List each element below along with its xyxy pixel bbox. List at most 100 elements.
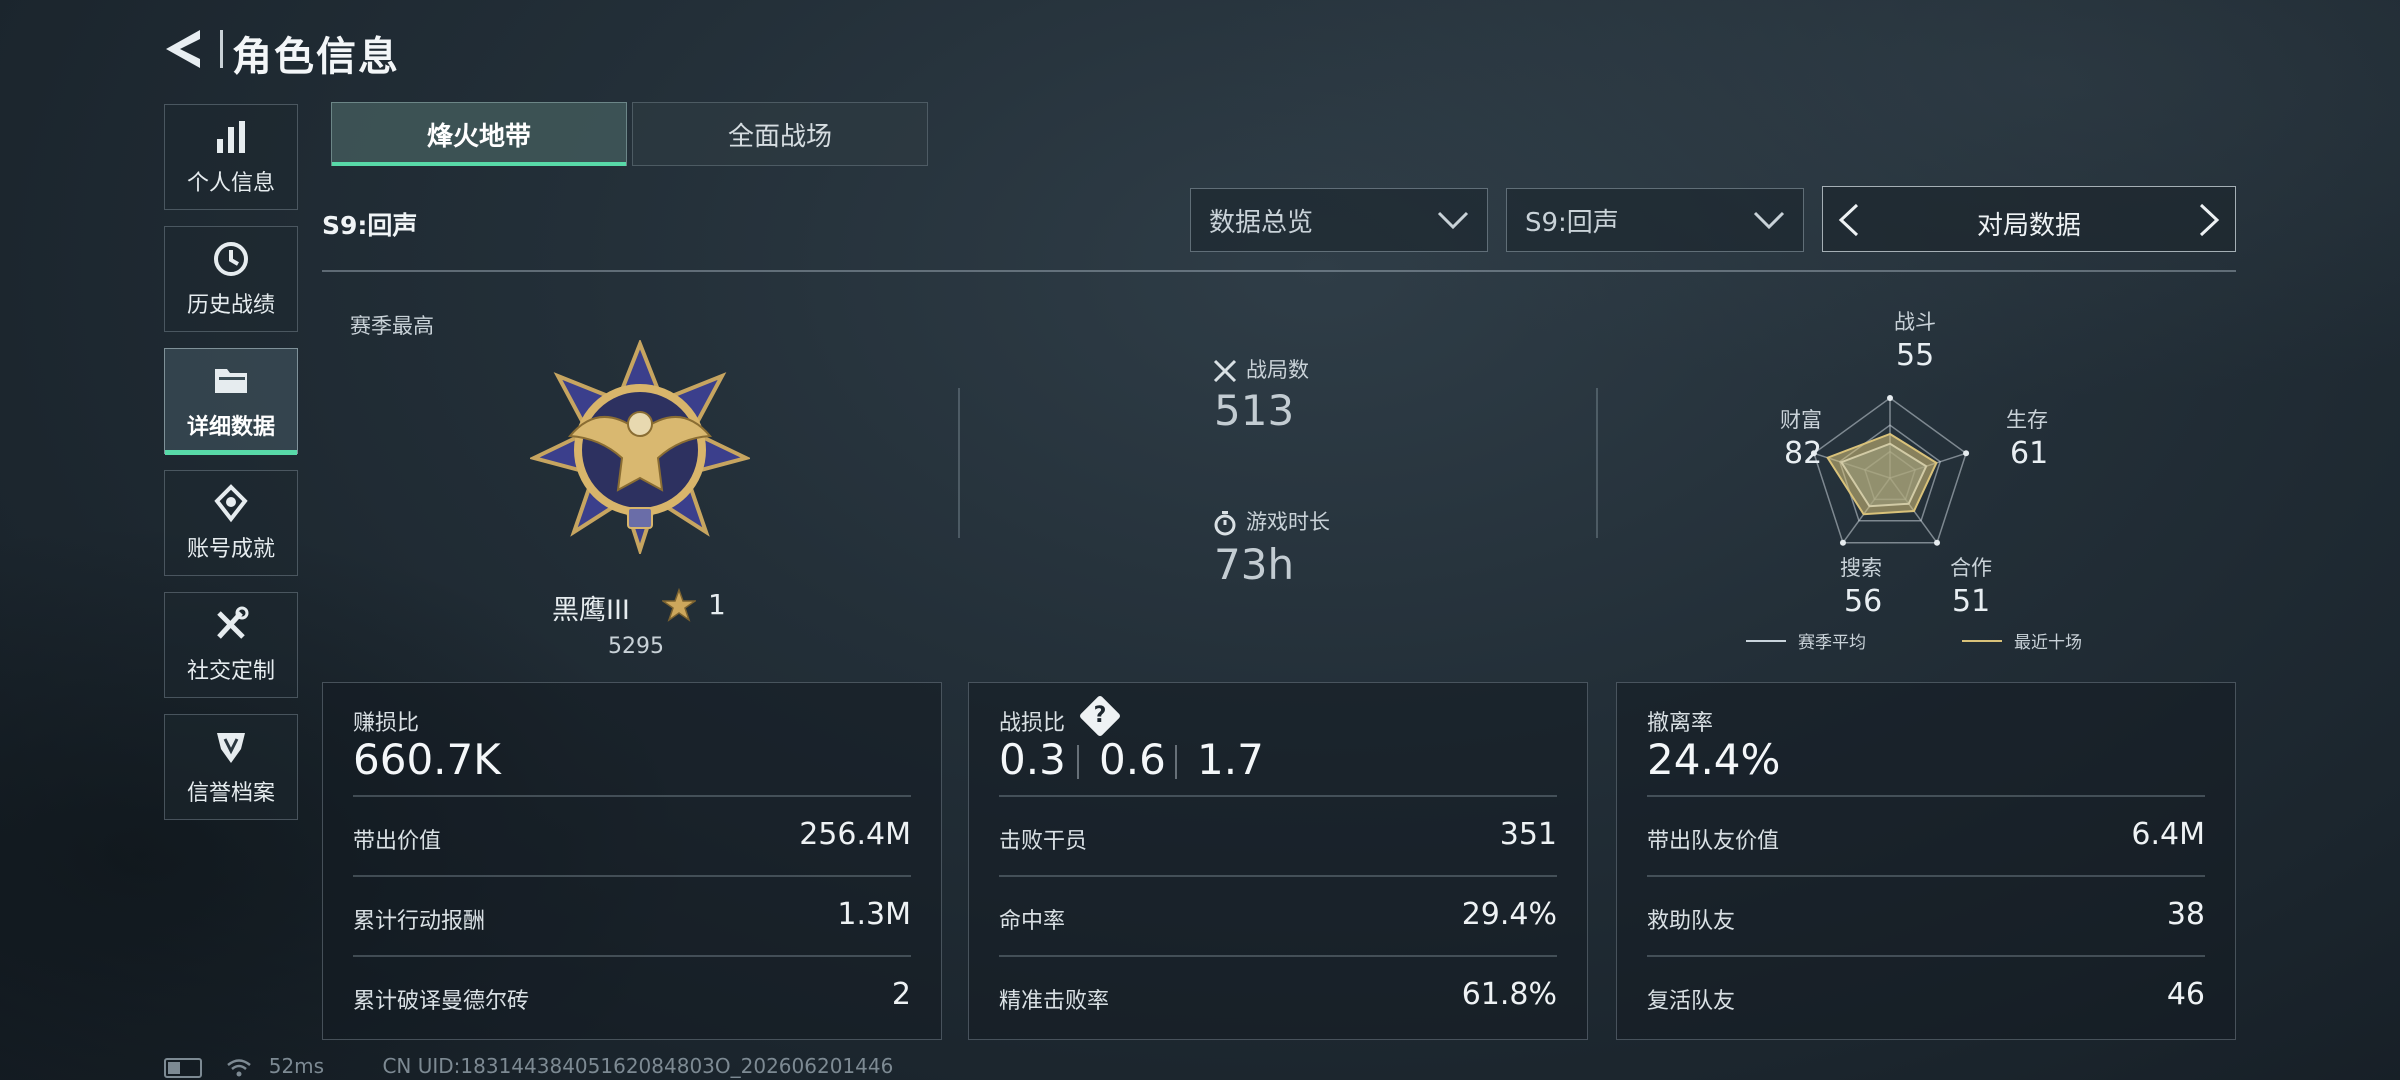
radar-label-search: 搜索	[1840, 556, 1882, 580]
section-divider	[322, 270, 2236, 272]
card-big-value: 24.4%	[1647, 735, 1781, 784]
folder-icon	[215, 369, 247, 393]
matches-label: 战局数	[1246, 358, 1309, 382]
card-title: 战损比	[999, 711, 1066, 736]
kd-separator	[1175, 745, 1177, 779]
battery-icon	[164, 1057, 202, 1078]
dropdown-value: 数据总览	[1209, 207, 1314, 238]
rank-score: 5295	[608, 634, 664, 659]
row-value: 2	[891, 977, 911, 1012]
star-icon	[662, 588, 696, 622]
achievement-icon	[214, 484, 248, 523]
sidebar-item-label: 账号成就	[186, 537, 275, 562]
chevron-down-icon	[1437, 211, 1469, 230]
radar-label-survival: 生存	[2006, 408, 2048, 432]
card-divider	[353, 795, 911, 797]
stopwatch-icon	[1214, 511, 1236, 536]
sidebar-item-label: 详细数据	[186, 415, 275, 440]
card-big-value: 660.7K	[353, 735, 501, 784]
row-label: 救助队友	[1647, 909, 1736, 934]
matches-value: 513	[1214, 386, 1295, 435]
kd-card: 战损比 ? 0.3 0.6 1.7 击败干员 351 命中率 29.4% 精准击…	[968, 682, 1588, 1040]
title-separator	[220, 30, 223, 68]
chevron-right-icon[interactable]	[2197, 203, 2221, 237]
season-dropdown[interactable]: S9:回声	[1506, 188, 1804, 252]
extraction-card: 撤离率 24.4% 带出队友价值 6.4M 救助队友 38 复活队友 46	[1616, 682, 2236, 1040]
card-divider	[1647, 795, 2205, 797]
card-divider	[1647, 955, 2205, 957]
radar-axis-dot	[1887, 395, 1893, 401]
rank-stars: 1	[708, 588, 726, 621]
sidebar-item-social[interactable]: 社交定制	[164, 592, 298, 698]
vertical-divider	[1596, 388, 1598, 538]
radar-label-wealth: 财富	[1780, 408, 1822, 432]
sidebar-item-achievements[interactable]: 账号成就	[164, 470, 298, 576]
card-divider	[999, 795, 1557, 797]
season-best-label: 赛季最高	[350, 314, 434, 338]
legend-recent-swatch	[1962, 640, 2002, 642]
clock-icon	[214, 242, 248, 276]
rank-badge-icon	[530, 340, 750, 554]
kd-separator	[1077, 745, 1079, 779]
help-icon-glyph: ?	[1093, 703, 1107, 728]
sidebar-item-label: 历史战绩	[186, 293, 275, 318]
row-value: 6.4M	[2131, 817, 2205, 852]
sidebar-item-label: 信誉档案	[186, 781, 275, 806]
playtime-label: 游戏时长	[1246, 510, 1330, 534]
radar-value-combat: 55	[1896, 338, 1935, 373]
radar-axis-dot	[1963, 450, 1970, 457]
row-label: 累计行动报酬	[353, 909, 486, 934]
legend-recent-label: 最近十场	[2014, 633, 2082, 653]
playtime-label-row: 游戏时长	[1212, 506, 1330, 536]
card-divider	[999, 875, 1557, 877]
card-divider	[1647, 875, 2205, 877]
sidebar-item-reputation[interactable]: 信誉档案	[164, 714, 298, 820]
match-data-label: 对局数据	[1976, 211, 2081, 241]
profit-card: 赚损比 660.7K 带出价值 256.4M 累计行动报酬 1.3M 累计破译曼…	[322, 682, 942, 1040]
row-label: 带出价值	[353, 829, 442, 854]
chevron-down-icon	[1753, 211, 1785, 230]
row-value: 29.4%	[1461, 897, 1557, 932]
row-value: 256.4M	[799, 817, 911, 852]
crossed-swords-icon	[1213, 359, 1237, 383]
kd-value-1: 0.3	[999, 735, 1066, 784]
rank-name: 黑鹰III	[552, 595, 630, 626]
data-overview-dropdown[interactable]: 数据总览	[1190, 188, 1488, 252]
card-title: 赚损比	[353, 711, 420, 736]
sidebar-item-details[interactable]: 详细数据	[164, 348, 298, 455]
row-value: 46	[2166, 977, 2205, 1012]
radar-value-survival: 61	[2010, 436, 2049, 471]
kd-value-2: 0.6	[1099, 735, 1166, 784]
playtime-value: 73h	[1214, 540, 1295, 589]
row-value: 38	[2166, 897, 2205, 932]
sidebar-item-profile[interactable]: 个人信息	[164, 104, 298, 210]
bar-chart-icon	[217, 121, 245, 153]
row-value: 61.8%	[1461, 977, 1557, 1012]
tools-icon	[217, 606, 249, 639]
matches-label-row: 战局数	[1212, 354, 1309, 384]
radar-axis-dot	[1839, 539, 1846, 546]
row-label: 命中率	[999, 909, 1066, 934]
tab-full-battlefield[interactable]: 全面战场	[632, 102, 928, 166]
row-label: 精准击败率	[999, 989, 1110, 1014]
tab-fire-zone[interactable]: 烽火地带	[331, 102, 627, 166]
season-label: S9:回声	[322, 211, 418, 240]
card-title: 撤离率	[1647, 711, 1714, 736]
radar-axis-dot	[1934, 539, 1941, 546]
wifi-icon	[227, 1058, 252, 1076]
back-arrow-icon[interactable]	[160, 26, 210, 72]
status-bar: 52ms CN UID:18314438405162084803O_202606…	[164, 1054, 893, 1078]
radar-value-search: 56	[1844, 584, 1883, 619]
card-divider	[353, 955, 911, 957]
row-label: 击败干员	[999, 829, 1088, 854]
radar-recent-ten	[1826, 432, 1938, 516]
radar-label-combat: 战斗	[1894, 310, 1936, 334]
radar-value-wealth: 82	[1784, 436, 1823, 471]
legend-avg-swatch	[1746, 640, 1786, 642]
uid-text: CN UID:18314438405162084803O_20260620144…	[382, 1054, 894, 1078]
sidebar-item-history[interactable]: 历史战绩	[164, 226, 298, 332]
row-label: 累计破译曼德尔砖	[353, 989, 530, 1014]
kd-value-3: 1.7	[1197, 735, 1264, 784]
page-title: 角色信息	[232, 34, 400, 80]
row-value: 351	[1499, 817, 1557, 852]
